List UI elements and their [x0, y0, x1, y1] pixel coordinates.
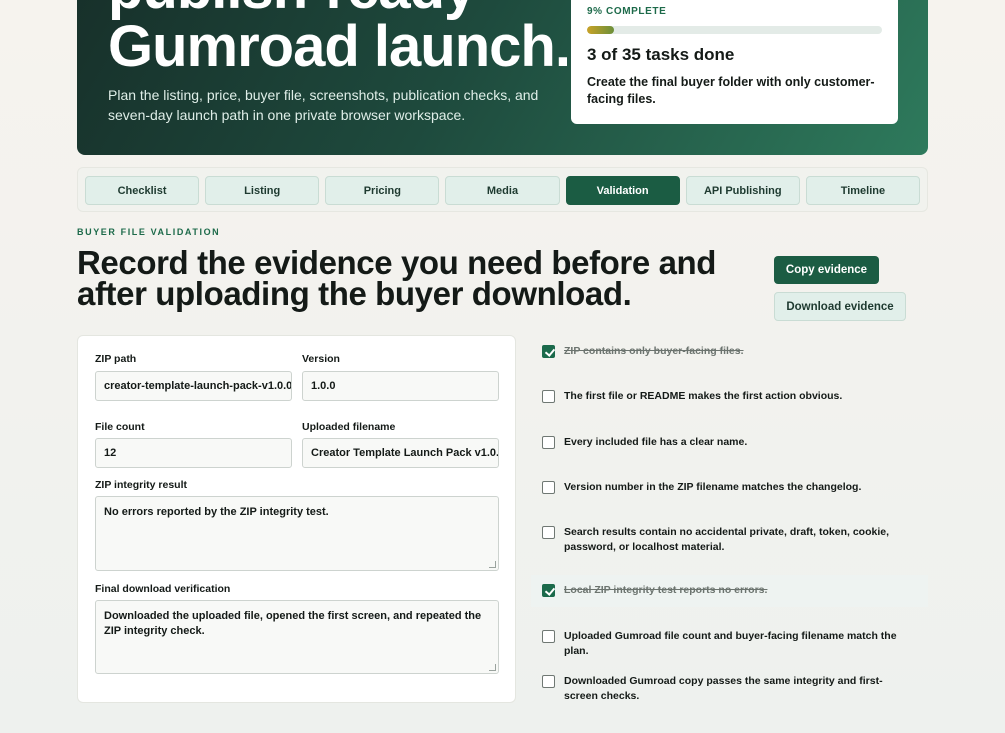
progress-card: 9% COMPLETE 3 of 35 tasks done Create th…: [571, 0, 898, 124]
hero-title: publish-ready Gumroad launch.: [108, 0, 588, 76]
check-item[interactable]: The first file or README makes the first…: [531, 389, 928, 404]
resize-grip-icon[interactable]: [489, 664, 496, 671]
hero-subtitle: Plan the listing, price, buyer file, scr…: [108, 87, 539, 123]
check-item-label: ZIP contains only buyer-facing files.: [564, 345, 744, 357]
evidence-form: ZIP path creator-template-launch-pack-v1…: [77, 335, 516, 703]
check-item-label: Downloaded Gumroad copy passes the same …: [564, 675, 883, 702]
uploaded-filename-input[interactable]: Creator Template Launch Pack v1.0.0.zip: [302, 438, 499, 468]
checkbox[interactable]: [542, 584, 555, 597]
final-verification-label: Final download verification: [95, 583, 231, 595]
next-task: Create the final buyer folder with only …: [587, 75, 875, 106]
check-item[interactable]: Every included file has a clear name.: [531, 435, 928, 450]
file-count-input[interactable]: 12: [95, 438, 292, 468]
check-item[interactable]: Local ZIP integrity test reports no erro…: [531, 575, 928, 607]
copy-evidence-button[interactable]: Copy evidence: [774, 256, 879, 284]
resize-grip-icon[interactable]: [489, 561, 496, 568]
tab-api-publishing[interactable]: API Publishing: [685, 176, 800, 205]
progress-bar: [587, 26, 882, 34]
checkbox[interactable]: [542, 345, 555, 358]
section-title: Record the evidence you need before and …: [77, 244, 717, 312]
check-item[interactable]: Version number in the ZIP filename match…: [531, 480, 928, 495]
check-item-label: Every included file has a clear name.: [564, 436, 748, 448]
check-item-label: Version number in the ZIP filename match…: [564, 481, 862, 493]
check-item[interactable]: Search results contain no accidental pri…: [531, 525, 928, 555]
version-input[interactable]: 1.0.0: [302, 371, 499, 401]
checkbox[interactable]: [542, 675, 555, 688]
check-item-label: The first file or README makes the first…: [564, 390, 843, 402]
zip-integrity-textarea[interactable]: No errors reported by the ZIP integrity …: [95, 496, 499, 571]
checkbox[interactable]: [542, 436, 555, 449]
check-item-label: Uploaded Gumroad file count and buyer-fa…: [564, 630, 897, 657]
check-item[interactable]: Downloaded Gumroad copy passes the same …: [531, 674, 928, 704]
zip-integrity-text: No errors reported by the ZIP integrity …: [104, 506, 329, 518]
zip-path-input[interactable]: creator-template-launch-pack-v1.0.0.zip: [95, 371, 292, 401]
progress-percent-label: 9% COMPLETE: [587, 6, 667, 17]
checkbox[interactable]: [542, 630, 555, 643]
tab-validation[interactable]: Validation: [565, 176, 680, 205]
section-eyebrow: BUYER FILE VALIDATION: [77, 227, 221, 237]
tab-pricing[interactable]: Pricing: [325, 176, 440, 205]
progress-count: 3 of 35 tasks done: [587, 45, 735, 64]
check-item[interactable]: ZIP contains only buyer-facing files.: [531, 344, 928, 359]
checkbox[interactable]: [542, 390, 555, 403]
tab-listing[interactable]: Listing: [205, 176, 320, 205]
checkbox[interactable]: [542, 526, 555, 539]
progress-bar-fill: [587, 26, 614, 34]
zip-path-label: ZIP path: [95, 353, 137, 365]
final-verification-text: Downloaded the uploaded file, opened the…: [104, 610, 482, 637]
tab-media[interactable]: Media: [445, 176, 560, 205]
tab-checklist[interactable]: Checklist: [85, 176, 200, 205]
checkbox[interactable]: [542, 481, 555, 494]
zip-integrity-label: ZIP integrity result: [95, 479, 187, 491]
check-item[interactable]: Uploaded Gumroad file count and buyer-fa…: [531, 629, 928, 659]
check-item-label: Search results contain no accidental pri…: [564, 526, 890, 553]
file-count-label: File count: [95, 421, 145, 433]
version-label: Version: [302, 353, 340, 365]
final-verification-textarea[interactable]: Downloaded the uploaded file, opened the…: [95, 600, 499, 674]
check-item-label: Local ZIP integrity test reports no erro…: [564, 584, 768, 596]
download-evidence-button[interactable]: Download evidence: [774, 292, 906, 321]
tab-timeline[interactable]: Timeline: [805, 176, 920, 205]
uploaded-filename-label: Uploaded filename: [302, 421, 396, 433]
tab-bar: Checklist Listing Pricing Media Validati…: [77, 167, 928, 212]
hero-banner: publish-ready Gumroad launch. Plan the l…: [77, 0, 928, 155]
hero-title-line-2: Gumroad launch.: [108, 14, 571, 79]
